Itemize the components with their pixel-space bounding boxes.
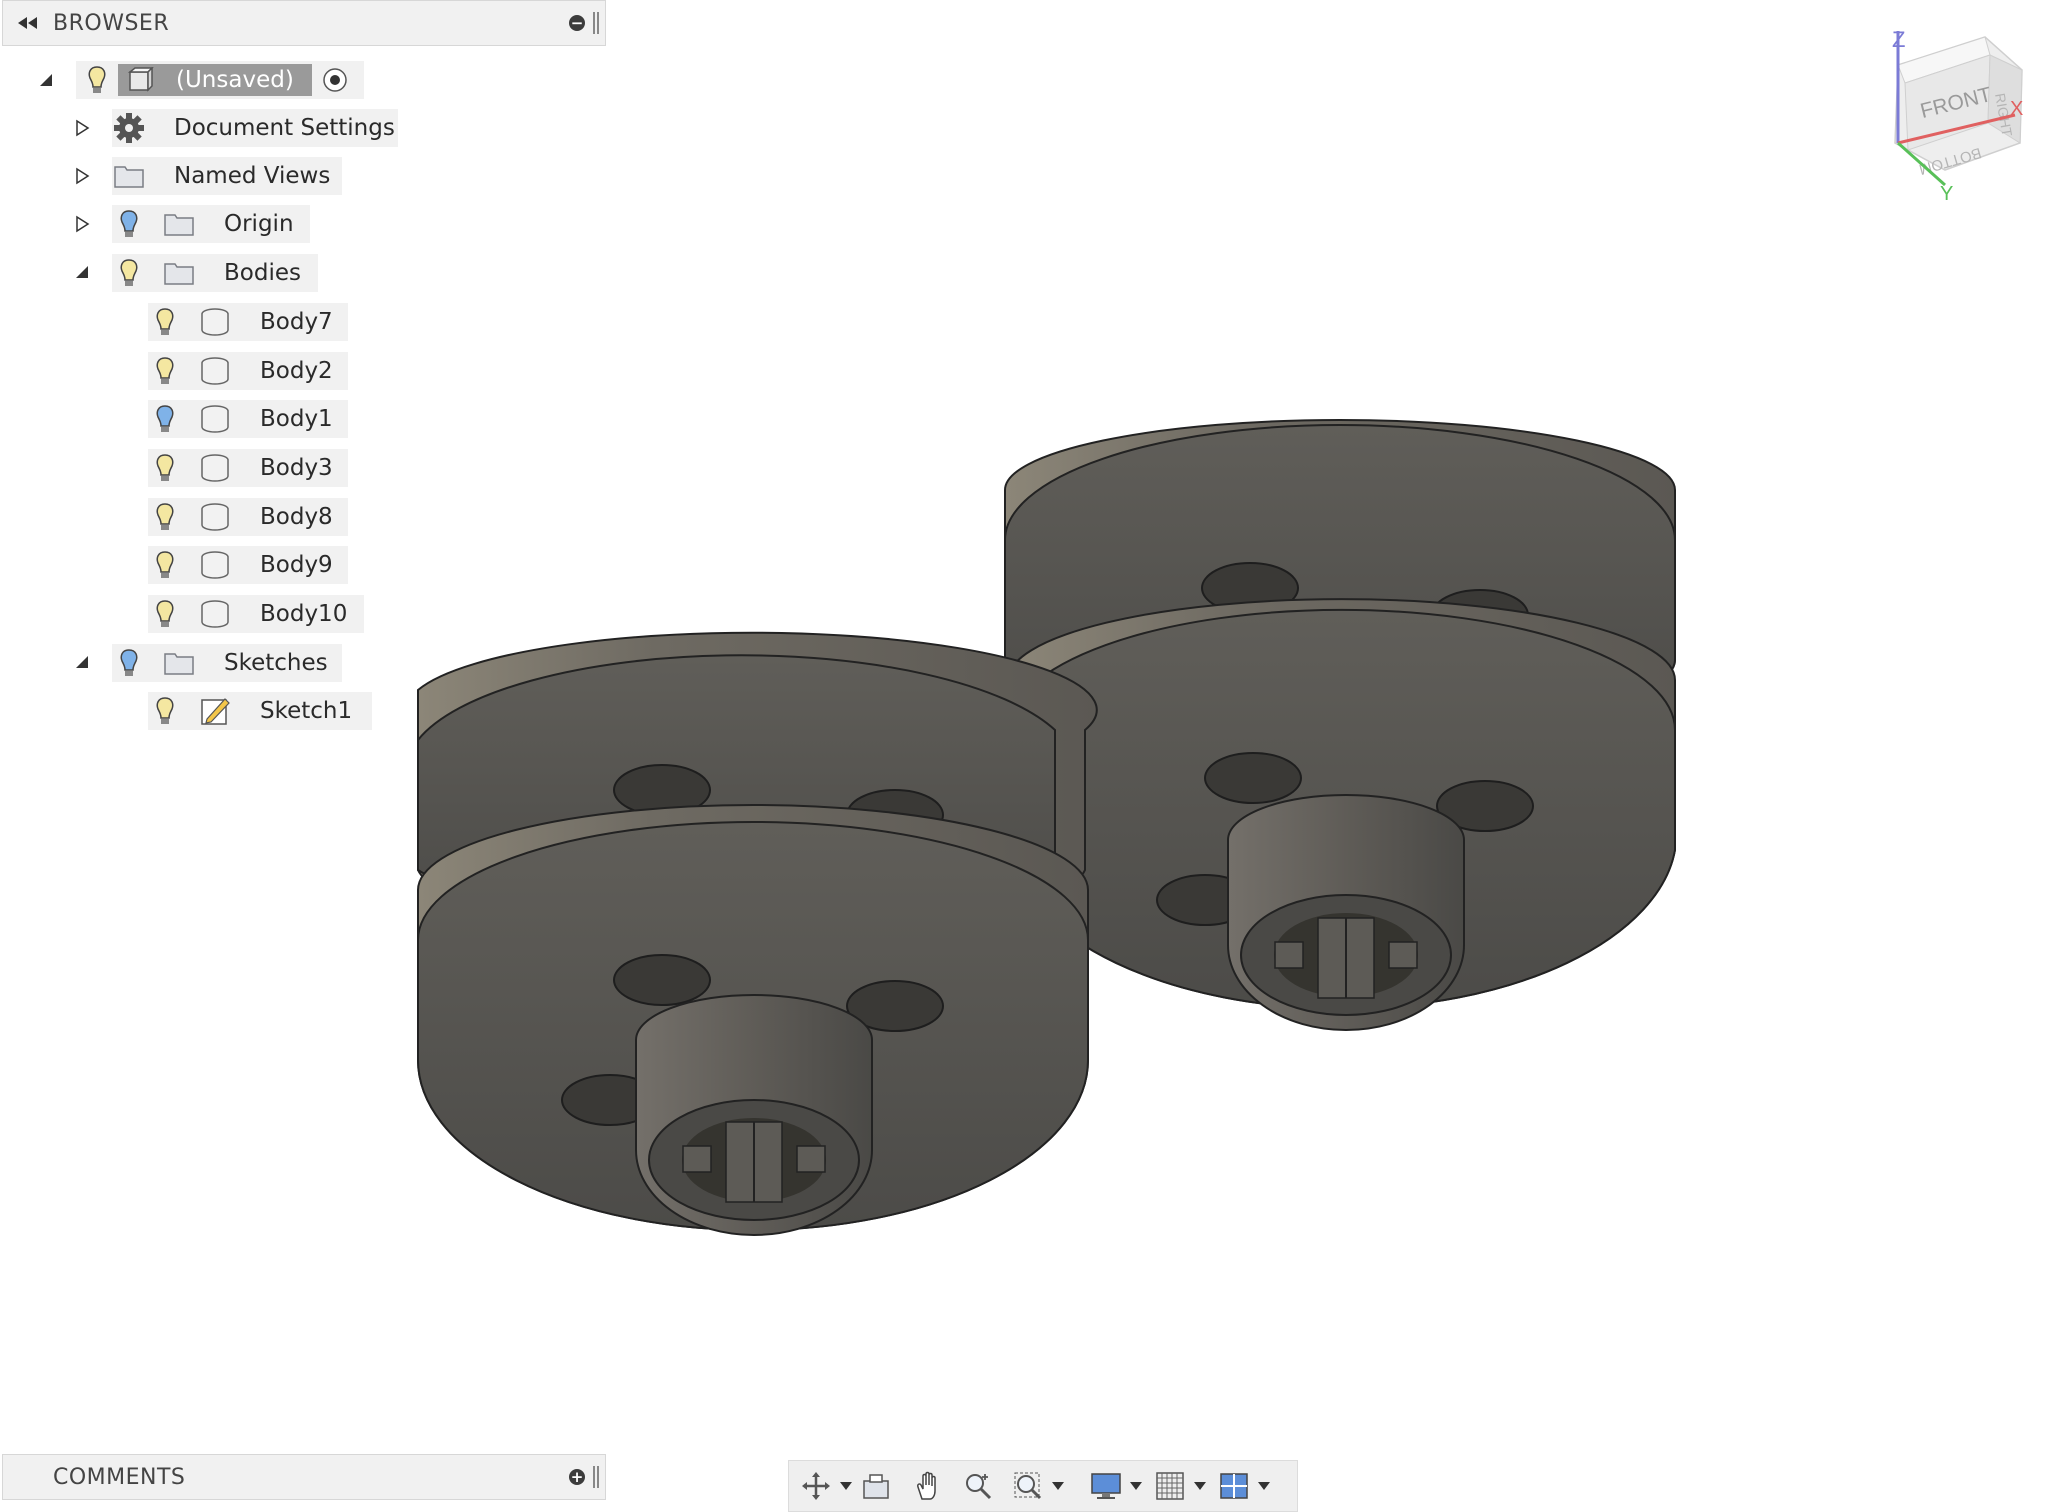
body-item[interactable]: Body2 <box>148 352 348 390</box>
folder-icon <box>162 646 196 680</box>
folder-icon <box>112 159 146 193</box>
bodies-expander[interactable] <box>72 262 92 282</box>
axis-x-label: X <box>2010 98 2023 120</box>
folder-icon <box>162 207 196 241</box>
lightbulb-icon[interactable] <box>112 207 146 241</box>
zoom-icon[interactable] <box>959 1466 997 1506</box>
tree-item-label: Sketches <box>224 650 328 676</box>
viewports-dropdown-icon[interactable] <box>1255 1466 1273 1506</box>
doc-settings-expander[interactable] <box>72 118 92 138</box>
tree-item-label: Named Views <box>174 163 331 189</box>
body-item[interactable]: Body10 <box>148 595 364 633</box>
double-chevron-left-icon <box>18 17 37 29</box>
orbit-dropdown-icon[interactable] <box>837 1466 855 1506</box>
sketch-label: Sketch1 <box>260 698 353 724</box>
tree-item-document-settings[interactable]: Document Settings <box>112 109 398 147</box>
named-views-expander[interactable] <box>72 166 92 186</box>
gear-icon <box>112 111 146 145</box>
tree-item-named-views[interactable]: Named Views <box>112 157 342 195</box>
tree-item-label: Document Settings <box>174 115 395 141</box>
body-icon <box>198 548 232 582</box>
body-icon <box>198 451 232 485</box>
body-item[interactable]: Body1 <box>148 400 348 438</box>
display-dropdown-icon[interactable] <box>1127 1466 1145 1506</box>
lightbulb-icon[interactable] <box>112 256 146 290</box>
lightbulb-icon[interactable] <box>148 500 182 534</box>
body-icon <box>198 354 232 388</box>
sketches-expander[interactable] <box>72 652 92 672</box>
tree-item-label: Origin <box>224 211 294 237</box>
body-label: Body1 <box>260 406 333 432</box>
triangle-expanded-icon <box>40 74 52 86</box>
lightbulb-icon[interactable] <box>148 354 182 388</box>
origin-expander[interactable] <box>72 214 92 234</box>
panel-grip-icon[interactable] <box>593 12 599 34</box>
viewcube[interactable]: FRONT RIGHT BOTTOM Z X Y <box>1870 25 2040 205</box>
triangle-collapsed-icon <box>76 119 90 137</box>
triangle-expanded-icon <box>76 656 88 668</box>
panel-grip-icon[interactable] <box>593 1466 599 1488</box>
fit-icon[interactable] <box>1009 1466 1047 1506</box>
axis-y-label: Y <box>1940 183 1953 205</box>
comments-header[interactable]: COMMENTS + <box>2 1454 606 1500</box>
lightbulb-icon[interactable] <box>148 451 182 485</box>
body-label: Body8 <box>260 504 333 530</box>
lightbulb-icon[interactable] <box>80 63 114 97</box>
tree-root-unsaved[interactable]: (Unsaved) <box>76 61 364 99</box>
tree-item-label: Bodies <box>224 260 301 286</box>
lightbulb-icon[interactable] <box>148 597 182 631</box>
root-component[interactable]: (Unsaved) <box>118 64 312 96</box>
body-label: Body9 <box>260 552 333 578</box>
lightbulb-icon[interactable] <box>148 694 182 728</box>
viewports-icon[interactable] <box>1215 1466 1253 1506</box>
lightbulb-icon[interactable] <box>148 548 182 582</box>
body-item[interactable]: Body8 <box>148 498 348 536</box>
grid-dropdown-icon[interactable] <box>1191 1466 1209 1506</box>
component-icon <box>127 67 154 92</box>
browser-title: BROWSER <box>53 10 170 36</box>
triangle-collapsed-icon <box>76 215 90 233</box>
body-label: Body2 <box>260 358 333 384</box>
tree-item-bodies[interactable]: Bodies <box>112 254 318 292</box>
lightbulb-icon[interactable] <box>148 305 182 339</box>
body-label: Body7 <box>260 309 333 335</box>
body-item[interactable]: Body3 <box>148 449 348 487</box>
zoom-dropdown-icon[interactable] <box>1049 1466 1067 1506</box>
pan-icon[interactable] <box>909 1466 947 1506</box>
body-label: Body10 <box>260 601 348 627</box>
comments-title: COMMENTS <box>53 1464 186 1490</box>
grid-icon[interactable] <box>1151 1466 1189 1506</box>
sketch-icon <box>198 694 232 728</box>
lightbulb-icon[interactable] <box>148 402 182 436</box>
triangle-expanded-icon <box>76 266 88 278</box>
body-label: Body3 <box>260 455 333 481</box>
navigation-toolbar <box>788 1460 1298 1512</box>
activate-radio-icon[interactable] <box>318 63 352 97</box>
lightbulb-icon[interactable] <box>112 646 146 680</box>
part-right[interactable] <box>1004 419 1676 1031</box>
triangle-collapsed-icon <box>76 167 90 185</box>
folder-icon <box>162 256 196 290</box>
part-left[interactable] <box>417 631 1098 1236</box>
root-expander[interactable] <box>36 70 56 90</box>
add-comment-button[interactable]: + <box>569 1469 585 1485</box>
display-settings-icon[interactable] <box>1087 1466 1125 1506</box>
body-icon <box>198 402 232 436</box>
body-icon <box>198 305 232 339</box>
body-item[interactable]: Body9 <box>148 546 348 584</box>
tree-item-origin[interactable]: Origin <box>112 205 310 243</box>
sketch-item[interactable]: Sketch1 <box>148 692 372 730</box>
browser-minimize-button[interactable]: − <box>569 15 585 31</box>
orbit-icon[interactable] <box>797 1466 835 1506</box>
axis-z-label: Z <box>1892 27 1905 52</box>
body-icon <box>198 500 232 534</box>
look-at-icon[interactable] <box>857 1466 895 1506</box>
body-icon <box>198 597 232 631</box>
collapse-browser-button[interactable] <box>3 16 53 30</box>
body-item[interactable]: Body7 <box>148 303 348 341</box>
tree-item-sketches[interactable]: Sketches <box>112 644 342 682</box>
root-label: (Unsaved) <box>176 67 294 93</box>
browser-header: BROWSER − <box>2 0 606 46</box>
